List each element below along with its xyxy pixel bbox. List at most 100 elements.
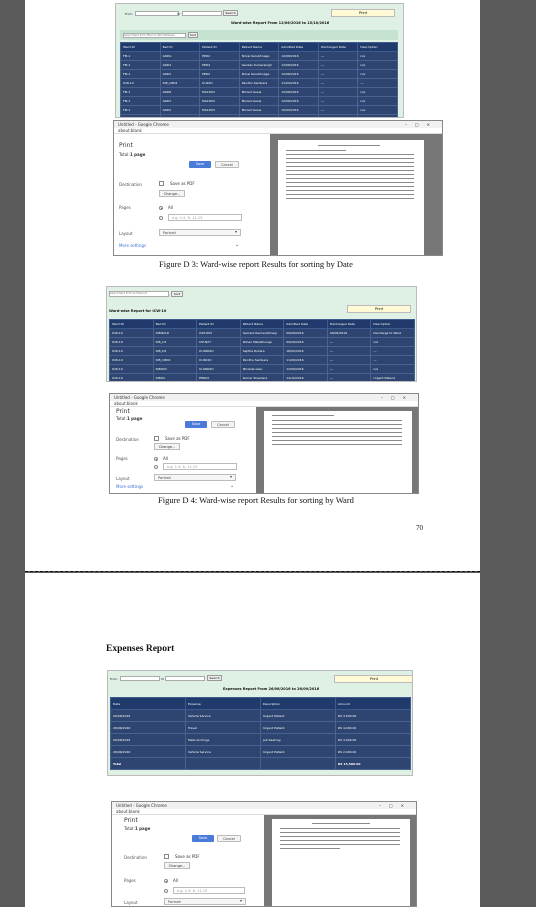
cancel-button[interactable]: Cancel [217,835,241,842]
search-button[interactable]: Search [207,675,222,681]
print-button[interactable]: Print [347,305,411,313]
change-button[interactable]: Change... [159,190,185,197]
table-cell: FM-1 [120,51,161,61]
table-cell: 09/09/2016 [326,328,372,338]
more-settings-link[interactable]: More settings [119,243,146,248]
pages-all-radio[interactable] [164,879,168,883]
pages-all-label: All [163,456,168,461]
table-cell [185,757,261,770]
destination-checkbox[interactable] [154,436,159,441]
destination-checkbox[interactable] [159,181,164,186]
table-cell: --- [317,114,359,117]
table-cell: IC-N2D [199,78,240,88]
change-button[interactable]: Change... [154,443,180,450]
table-row: FM-1 G6D2 P8D2 Nirosi Karubhnage 12/06/2016-… [120,69,398,79]
document-page: Expenses Report From To Search Print Exp… [25,573,480,907]
search-button[interactable]: Search [223,10,238,16]
table-cell: ICBD4 [152,373,198,381]
ward-filter-input[interactable]: Select Ward ID To Filter D..Ward Between [123,33,186,38]
save-button[interactable]: Save [189,161,211,168]
total-pages: 1 page [127,416,143,421]
destination-value: Save as PDF [170,181,195,186]
sort-button[interactable]: Sort [171,291,183,297]
print-preview [270,134,442,255]
table-cell: --- [326,355,372,365]
layout-select[interactable]: Portrait [159,229,241,236]
table-cell: MA1D03 [199,105,240,115]
sort-button[interactable]: Sort [188,32,198,38]
table-cell: Discharge to Ward [370,328,415,338]
window-controls[interactable]: –□✕ [379,802,412,809]
chevron-down-icon[interactable]: ⌄ [235,242,239,248]
cancel-button[interactable]: Cancel [211,421,235,428]
column-header: Patient Name [238,42,280,52]
from-date-input[interactable] [120,676,160,681]
table-cell: ICW-10 [109,373,154,381]
save-button[interactable]: Save [192,835,214,842]
table-cell: Mirzade Gaiu [239,364,285,374]
destination-checkbox[interactable] [164,854,169,859]
to-date-input[interactable] [182,11,222,16]
layout-select[interactable]: Portrait [164,898,246,905]
column-header: Bed ID [159,42,201,52]
pages-range-radio[interactable] [164,889,168,893]
table-cell: 09/09/2016 [283,328,328,338]
column-header: Bed ID [152,319,198,329]
table-cell: 09/09/2016 [283,337,328,347]
table-cell: ICB_C4 [152,337,198,347]
table-cell: Sajitha Ruhara [239,346,285,356]
column-header: Patient ID [199,42,240,52]
destination-label: Destination [119,182,142,187]
ward-filter-input[interactable]: Select Ward ID To Sort Record [109,291,169,297]
table-cell: 14/10/2016 [283,373,328,381]
print-button[interactable]: Print [334,675,412,683]
table-cell: n/a [357,114,398,117]
report-title: Ward-wise Report From 12/06/2016 to 15/1… [231,21,330,25]
chevron-down-icon: ▾ [240,898,243,903]
chevron-down-icon[interactable]: ⌄ [230,483,234,489]
table-cell: P8D2 [199,51,240,61]
table-cell: Mirzad Gaiua [238,105,280,115]
table-cell: RS 3,500.00 [335,709,411,722]
save-button[interactable]: Save [185,421,207,428]
pages-range-input[interactable]: e.g. 1-5, 8, 11-13 [168,214,242,221]
table-row: 26/06/2016 Medical Drugs Job Seeking RS 3,0… [110,733,411,746]
layout-label: Layout [119,231,133,236]
pages-range-input[interactable]: e.g. 1-5, 8, 11-13 [173,887,245,894]
pages-all-radio[interactable] [159,206,163,210]
table-row: FM-1 G6DG P8D2 Nirosi Karubhnage 12/06/2016-… [120,51,398,61]
column-header: Ward ID [120,42,161,52]
table-cell: n/a [357,69,398,79]
pages-all-radio[interactable] [154,457,158,461]
layout-select[interactable]: Portrait [154,474,236,481]
to-date-input[interactable] [165,676,205,681]
document-viewer[interactable]: From To Search Print Ward-wise Report Fr… [0,0,536,907]
cancel-button[interactable]: Cancel [215,161,239,168]
print-dialog: Untitled - Google Chrome –□✕ about:blank… [111,801,417,907]
table-cell: 12/10/2016 [278,114,319,117]
to-label: To [177,12,181,16]
table-cell: --- [370,355,415,365]
table-cell: G6D7 [159,114,201,117]
table-cell: MA1D03 [199,96,240,106]
document-page: From To Search Print Ward-wise Report Fr… [25,0,480,571]
more-settings-link[interactable]: More settings [116,484,143,489]
table-cell: FM-1 [120,60,161,70]
change-button[interactable]: Change... [164,862,190,869]
table-cell: FM-1 [120,69,161,79]
table-cell: 11/09/2016 [278,78,319,88]
pages-range-input[interactable]: e.g. 1-5, 8, 11-13 [163,463,237,470]
table-cell: ICP1D03 [196,328,241,338]
table-cell: n/a [357,60,398,70]
table-cell: --- [317,60,359,70]
table-cell: --- [326,373,372,381]
destination-label: Destination [124,855,147,860]
pages-range-radio[interactable] [154,465,158,469]
print-button[interactable]: Print [331,9,395,17]
window-controls[interactable]: –□✕ [381,394,414,401]
table-cell: 11/09/2016 [283,355,328,365]
from-date-input[interactable] [135,11,179,16]
window-controls[interactable]: –□✕ [405,121,438,128]
column-header: Discharged Date [317,42,359,52]
pages-range-radio[interactable] [159,216,163,220]
